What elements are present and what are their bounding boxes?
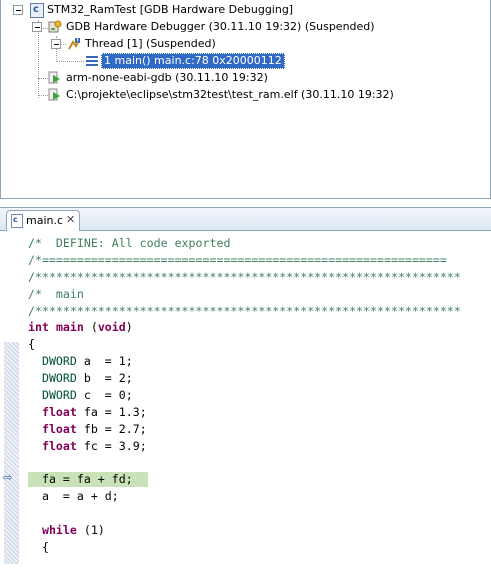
code-line[interactable]: /* main xyxy=(28,286,491,303)
debug-target-icon xyxy=(48,20,62,34)
code-token: (1) xyxy=(76,523,105,538)
process-icon xyxy=(48,71,62,85)
code-token: fb = 2.7; xyxy=(76,421,147,436)
tree-item-gdb-process[interactable]: arm-none-eabi-gdb (30.11.10 19:32) xyxy=(1,70,490,86)
debugger-label: GDB Hardware Debugger (30.11.10 19:32) (… xyxy=(66,20,375,33)
stack-frame-icon xyxy=(85,54,99,68)
debug-view: c STM32_RamTest [GDB Hardware Debugging]… xyxy=(0,0,491,199)
code-token: float xyxy=(41,438,77,453)
code-line[interactable]: float fb = 2.7; xyxy=(28,421,491,438)
code-line[interactable]: while (1) xyxy=(28,522,491,539)
code-token: while xyxy=(41,523,77,538)
code-token: /* main xyxy=(28,286,84,301)
instruction-pointer-icon: ⇨ xyxy=(3,471,13,484)
code-line[interactable] xyxy=(28,505,491,522)
editor-area: c main.c ✕ ⇨ /* DEFINE: All code exporte… xyxy=(0,207,491,564)
code-token: DWORD xyxy=(41,354,77,369)
code-token: void xyxy=(97,320,126,335)
overview-ruler xyxy=(4,342,19,564)
code-token: float xyxy=(41,421,77,436)
code-line[interactable]: /* DEFINE: All code exported xyxy=(28,235,491,252)
c-file-icon: c xyxy=(11,214,23,228)
code-line[interactable]: /*======================================… xyxy=(28,252,491,269)
gdb-process-label: arm-none-eabi-gdb (30.11.10 19:32) xyxy=(66,71,268,84)
collapse-toggle-icon[interactable] xyxy=(32,22,42,32)
code-token: ) xyxy=(125,320,133,335)
code-line[interactable]: fa = fa + fd; xyxy=(28,471,491,488)
code-line[interactable]: DWORD c = 0; xyxy=(28,387,491,404)
code-token: { xyxy=(28,337,35,352)
code-line[interactable]: /***************************************… xyxy=(28,269,491,286)
code-line[interactable]: a = a + d; xyxy=(28,488,491,505)
c-launch-icon: c xyxy=(30,3,44,18)
tree-item-thread[interactable]: Thread [1] (Suspended) xyxy=(1,36,490,52)
code-token: a = a + d; xyxy=(28,489,119,504)
tab-label: main.c xyxy=(26,214,64,227)
tree-item-debugger[interactable]: GDB Hardware Debugger (30.11.10 19:32) (… xyxy=(1,19,490,35)
editor-tab-strip: c main.c ✕ xyxy=(0,208,491,231)
thread-label: Thread [1] (Suspended) xyxy=(85,37,216,50)
code-token: main xyxy=(55,320,84,335)
code-token: { xyxy=(28,540,49,555)
code-token: DWORD xyxy=(41,388,77,403)
tab-main-c[interactable]: c main.c ✕ xyxy=(6,210,80,231)
code-token: /***************************************… xyxy=(28,303,461,318)
tree-item-launch[interactable]: c STM32_RamTest [GDB Hardware Debugging] xyxy=(1,2,490,18)
code-line[interactable]: { xyxy=(28,539,491,556)
close-icon[interactable]: ✕ xyxy=(66,213,75,226)
code-token: c = 0; xyxy=(76,388,133,403)
suspended-thread-icon xyxy=(67,37,81,51)
code-token: ( xyxy=(83,320,98,335)
stack-frame-label: 1 main() main.c:78 0x20000112 xyxy=(101,53,285,69)
code-token: int xyxy=(28,320,49,335)
code-token: float xyxy=(41,404,77,419)
code-line[interactable] xyxy=(28,455,491,472)
code-line[interactable]: /***************************************… xyxy=(28,303,491,320)
code-line[interactable]: float fa = 1.3; xyxy=(28,404,491,421)
code-token: fa = fa + fd; xyxy=(28,472,133,487)
code-token: /***************************************… xyxy=(28,269,461,284)
elf-process-label: C:\projekte\eclipse\stm32test\test_ram.e… xyxy=(66,88,394,101)
launch-label: STM32_RamTest [GDB Hardware Debugging] xyxy=(47,3,294,16)
code-editor[interactable]: /* DEFINE: All code exported /*==========… xyxy=(28,235,491,573)
editor-gutter: ⇨ xyxy=(0,231,21,564)
code-token: /* DEFINE: All code exported xyxy=(28,236,231,250)
code-token: b = 2; xyxy=(76,371,133,386)
code-line[interactable]: DWORD b = 2; xyxy=(28,370,491,387)
code-token: DWORD xyxy=(41,371,77,386)
process-icon xyxy=(48,88,62,102)
collapse-toggle-icon[interactable] xyxy=(51,39,61,49)
code-token: fa = 1.3; xyxy=(76,404,147,419)
code-line[interactable]: { xyxy=(28,336,491,353)
collapse-toggle-icon[interactable] xyxy=(13,5,23,15)
code-line[interactable]: float fc = 3.9; xyxy=(28,438,491,455)
code-token: fc = 3.9; xyxy=(76,438,147,453)
code-token: /*======================================… xyxy=(28,252,447,267)
code-line[interactable]: DWORD a = 1; xyxy=(28,353,491,370)
tree-item-stack-frame[interactable]: 1 main() main.c:78 0x20000112 xyxy=(1,53,490,69)
code-token: a = 1; xyxy=(76,354,133,369)
tree-item-elf-process[interactable]: C:\projekte\eclipse\stm32test\test_ram.e… xyxy=(1,87,490,103)
code-line[interactable] xyxy=(28,556,491,573)
code-line[interactable]: int main (void) xyxy=(28,319,491,336)
